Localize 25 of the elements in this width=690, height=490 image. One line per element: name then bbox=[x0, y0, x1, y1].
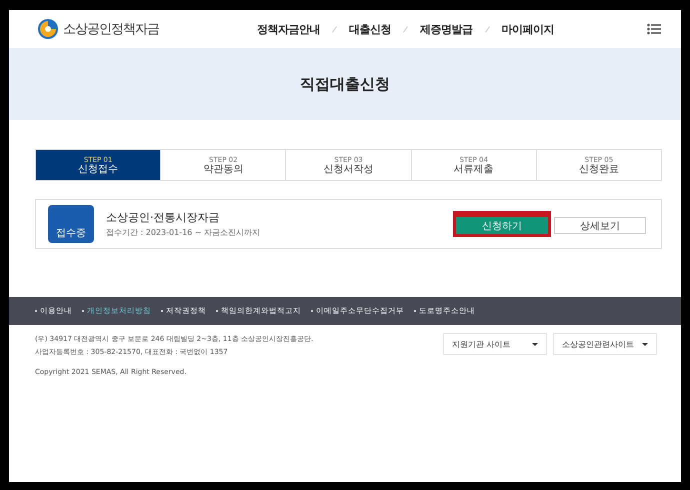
nav-separator bbox=[484, 26, 490, 32]
nav-link[interactable]: 제증명발급 bbox=[420, 22, 472, 36]
nav-link[interactable]: 마이페이지 bbox=[502, 22, 554, 36]
menu-icon[interactable] bbox=[647, 23, 661, 35]
step-label: 신청접수 bbox=[78, 164, 118, 174]
application-period: 접수기간 : 2023-01-16 ~ 자금소진시까지 bbox=[106, 227, 262, 238]
caret-icon bbox=[642, 342, 648, 346]
caret-icon bbox=[532, 342, 538, 346]
step-label: 신청완료 bbox=[578, 164, 619, 174]
logo-icon bbox=[37, 18, 59, 40]
site-dropdown[interactable]: 지원기관 사이트 bbox=[443, 333, 547, 355]
step-label: 약관동의 bbox=[203, 164, 244, 174]
status-badge: 접수중 bbox=[48, 205, 94, 243]
apply-button[interactable]: 신청하기 bbox=[456, 217, 548, 234]
nav-link[interactable]: 정책자금안내 bbox=[257, 22, 320, 36]
details-button[interactable]: 상세보기 bbox=[554, 217, 646, 234]
logo-text[interactable]: 소상공인정책자금 bbox=[63, 20, 159, 38]
nav-link[interactable]: 대출신청 bbox=[349, 22, 391, 36]
step-label: 신청서작성 bbox=[324, 164, 374, 174]
page-title: 직접대출신청 bbox=[300, 74, 390, 94]
site-dropdown[interactable]: 소상공인관련사이트 bbox=[553, 333, 657, 355]
step-label: 서류제출 bbox=[454, 164, 494, 174]
loan-title: 소상공인·전통시장자금 bbox=[106, 210, 220, 225]
nav-separator bbox=[332, 26, 337, 32]
nav-separator bbox=[403, 26, 408, 32]
